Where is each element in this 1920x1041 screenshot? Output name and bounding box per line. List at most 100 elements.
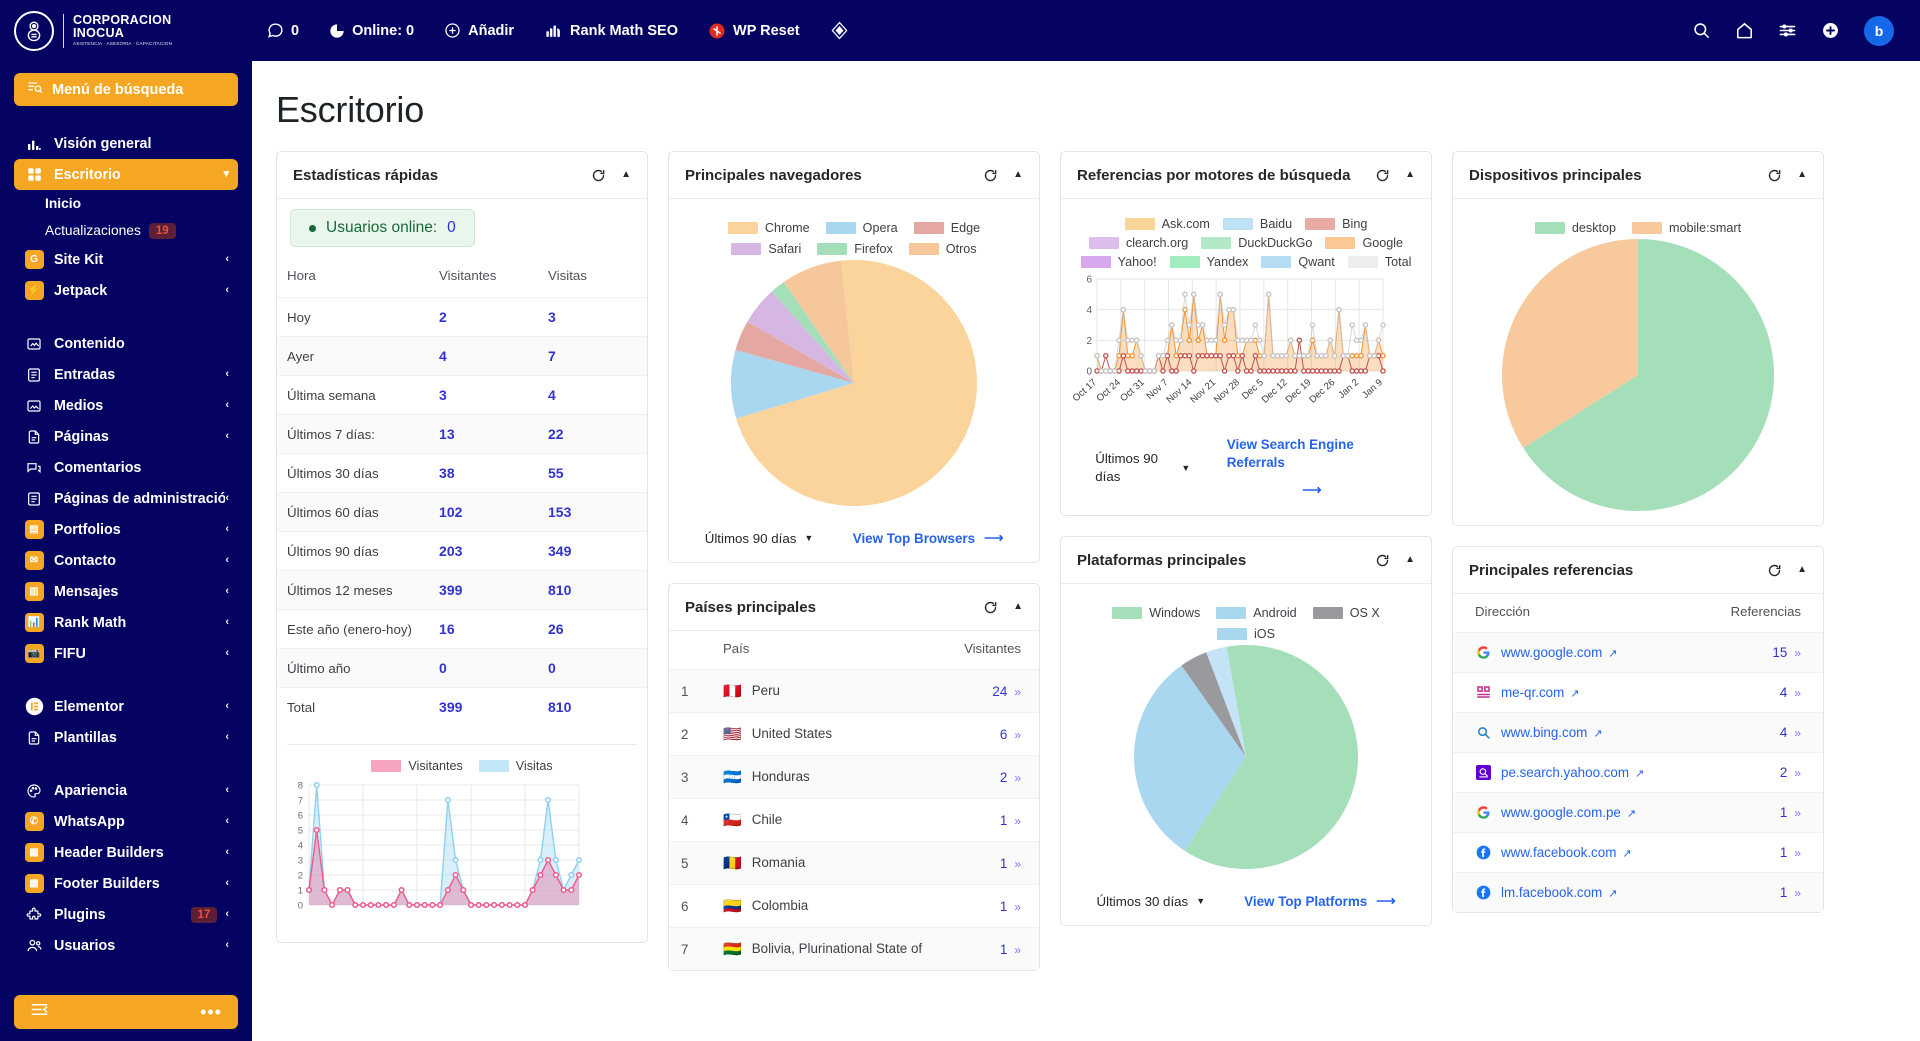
refresh-icon[interactable] xyxy=(983,600,998,615)
data-point[interactable] xyxy=(1142,368,1149,374)
data-point[interactable] xyxy=(1318,368,1325,374)
data-point[interactable] xyxy=(498,901,505,909)
data-point[interactable] xyxy=(1133,337,1140,344)
data-point[interactable] xyxy=(1362,368,1369,374)
data-point[interactable] xyxy=(1103,368,1109,374)
data-point[interactable] xyxy=(568,886,575,894)
data-point[interactable] xyxy=(1261,352,1267,359)
data-point[interactable] xyxy=(1230,306,1237,313)
data-point[interactable] xyxy=(1353,352,1360,359)
data-point[interactable] xyxy=(1375,352,1382,359)
sidebar-item-usuarios[interactable]: Usuarios ‹ xyxy=(14,930,238,961)
data-point[interactable] xyxy=(1257,337,1263,344)
data-point[interactable] xyxy=(1213,337,1219,344)
data-point[interactable] xyxy=(1173,352,1179,359)
data-point[interactable] xyxy=(1160,368,1166,374)
legend-item[interactable]: Android xyxy=(1216,606,1297,620)
chevron-double-right-icon[interactable]: » xyxy=(1014,814,1021,828)
table-row[interactable]: www.google.com.pe ↗ 1» xyxy=(1453,792,1823,833)
data-point[interactable] xyxy=(375,901,382,909)
data-point[interactable] xyxy=(1204,337,1210,344)
data-point[interactable] xyxy=(537,871,544,879)
chevron-double-right-icon[interactable]: » xyxy=(1794,846,1801,860)
legend-item[interactable]: Windows xyxy=(1112,606,1200,620)
data-point[interactable] xyxy=(506,901,513,909)
data-point[interactable] xyxy=(305,886,313,894)
data-point[interactable] xyxy=(1125,368,1131,374)
legend-item[interactable]: Google xyxy=(1325,236,1403,250)
refresh-icon[interactable] xyxy=(1767,563,1782,578)
data-point[interactable] xyxy=(452,871,459,879)
external-link-icon[interactable]: ↗ xyxy=(1608,888,1617,900)
legend-item[interactable]: iOS xyxy=(1217,627,1275,641)
collapse-menu-button[interactable]: ••• xyxy=(14,995,238,1029)
data-point[interactable] xyxy=(1164,337,1171,344)
sidebar-item-footer-builders[interactable]: ▦ Footer Builders ‹ xyxy=(14,868,238,899)
sliders-icon[interactable] xyxy=(1778,21,1797,40)
data-point[interactable] xyxy=(1327,368,1333,374)
sidebar-item-site-kit[interactable]: G Site Kit ‹ xyxy=(14,244,238,275)
legend-item[interactable]: Otros xyxy=(908,242,977,256)
data-point[interactable] xyxy=(1173,337,1179,344)
external-link-icon[interactable]: ↗ xyxy=(1622,848,1631,860)
plus-icon[interactable] xyxy=(1821,21,1840,40)
data-point[interactable] xyxy=(1314,352,1320,359)
data-point[interactable] xyxy=(321,886,328,894)
legend-item[interactable]: Ask.com xyxy=(1124,217,1210,231)
refresh-icon[interactable] xyxy=(983,168,998,183)
data-point[interactable] xyxy=(1318,352,1325,359)
data-point[interactable] xyxy=(1265,291,1272,298)
data-point[interactable] xyxy=(1138,352,1144,359)
data-point[interactable] xyxy=(1283,352,1289,359)
browsers-range-select[interactable]: Últimos 90 días ▼ xyxy=(705,531,814,546)
data-point[interactable] xyxy=(1257,352,1263,359)
sidebar-item-vision-general[interactable]: Visión general xyxy=(14,128,238,159)
chevron-double-right-icon[interactable]: » xyxy=(1794,806,1801,820)
data-point[interactable] xyxy=(491,901,498,909)
data-point[interactable] xyxy=(1155,352,1162,359)
data-point[interactable] xyxy=(1270,352,1276,359)
referrer-link[interactable]: www.facebook.com xyxy=(1501,845,1616,860)
adminbar-diamond[interactable] xyxy=(815,0,864,61)
data-point[interactable] xyxy=(460,886,467,894)
data-point[interactable] xyxy=(1226,352,1232,359)
data-point[interactable] xyxy=(1208,337,1215,344)
sidebar-item-plantillas[interactable]: Plantillas ‹ xyxy=(14,722,238,753)
data-point[interactable] xyxy=(1331,368,1338,374)
external-link-icon[interactable]: ↗ xyxy=(1593,728,1602,740)
data-point[interactable] xyxy=(1182,352,1188,359)
data-point[interactable] xyxy=(1199,352,1206,359)
data-point[interactable] xyxy=(367,901,374,909)
data-point[interactable] xyxy=(1287,337,1294,344)
data-point[interactable] xyxy=(437,901,444,909)
data-point[interactable] xyxy=(1323,352,1329,359)
site-logo[interactable]: CORPORACION INOCUA ASISTENCIA · ASESORIA… xyxy=(0,0,252,61)
data-point[interactable] xyxy=(1367,352,1373,359)
data-point[interactable] xyxy=(1213,352,1219,359)
sidebar-subitem-inicio[interactable]: Inicio xyxy=(14,190,238,217)
data-point[interactable] xyxy=(1129,352,1135,359)
data-point[interactable] xyxy=(336,886,343,894)
data-point[interactable] xyxy=(1261,368,1267,374)
adminbar-add-new[interactable]: Añadir xyxy=(429,0,529,61)
data-point[interactable] xyxy=(1270,368,1276,374)
legend-item[interactable]: Chrome xyxy=(727,221,810,235)
data-point[interactable] xyxy=(1274,352,1281,359)
refresh-icon[interactable] xyxy=(1375,553,1390,568)
data-point[interactable] xyxy=(1345,352,1351,359)
data-point[interactable] xyxy=(1208,352,1215,359)
data-point[interactable] xyxy=(1147,368,1153,374)
chevron-double-right-icon[interactable]: » xyxy=(1014,900,1021,914)
data-point[interactable] xyxy=(313,781,320,789)
data-point[interactable] xyxy=(1243,368,1250,374)
refresh-icon[interactable] xyxy=(1767,168,1782,183)
data-point[interactable] xyxy=(1186,322,1193,328)
data-point[interactable] xyxy=(1221,368,1228,374)
data-point[interactable] xyxy=(514,901,521,909)
collapse-caret-icon[interactable]: ▲ xyxy=(621,170,631,180)
legend-item[interactable]: Edge xyxy=(913,221,980,235)
data-point[interactable] xyxy=(1375,337,1382,344)
data-point[interactable] xyxy=(1217,352,1223,359)
data-point[interactable] xyxy=(575,856,583,864)
data-point[interactable] xyxy=(1173,368,1179,374)
